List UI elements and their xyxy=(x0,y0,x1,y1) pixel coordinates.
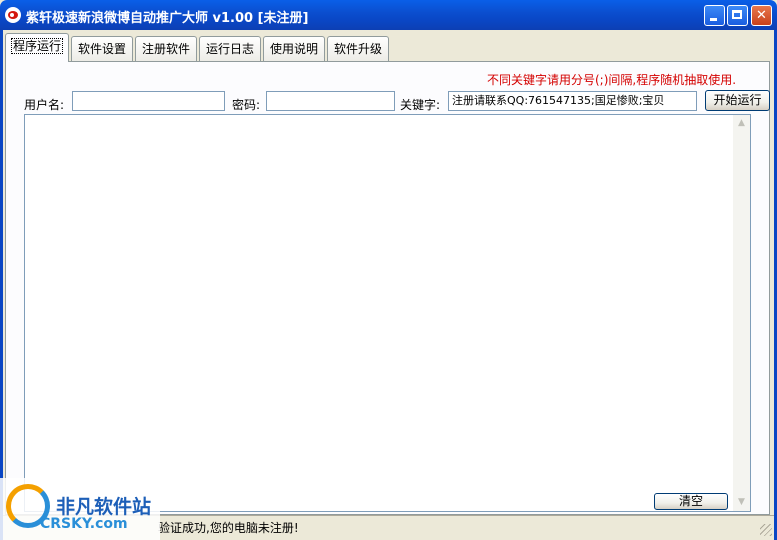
status-text: 验证成功,您的电脑未注册! xyxy=(158,521,299,535)
tab-instructions[interactable]: 使用说明 xyxy=(263,36,325,62)
start-run-button[interactable]: 开始运行 xyxy=(705,90,770,111)
username-label: 用户名: xyxy=(24,98,65,112)
tab-register[interactable]: 注册软件 xyxy=(135,36,197,62)
tab-label: 运行日志 xyxy=(205,42,254,56)
keyword-label: 关键字: xyxy=(400,98,441,112)
clear-log-button[interactable]: 清空 xyxy=(654,493,728,510)
password-input[interactable] xyxy=(266,91,395,111)
tab-label: 程序运行 xyxy=(10,38,63,54)
watermark-cn: 非凡软件站 xyxy=(56,496,152,518)
keyword-hint: 不同关键字请用分号(;)间隔,程序随机抽取使用. xyxy=(487,73,737,87)
watermark-en: CRSKY.com xyxy=(40,516,128,532)
username-input[interactable] xyxy=(72,91,225,111)
log-scrollbar[interactable]: ▲ ▼ xyxy=(733,115,750,511)
tab-upgrade[interactable]: 软件升级 xyxy=(327,36,389,62)
log-textarea[interactable]: ▲ ▼ xyxy=(24,114,751,512)
tab-label: 软件设置 xyxy=(77,42,126,56)
close-button[interactable]: ✕ xyxy=(751,5,772,26)
tab-label: 注册软件 xyxy=(141,42,190,56)
password-label: 密码: xyxy=(232,98,261,112)
close-icon: ✕ xyxy=(756,8,767,23)
tab-software-settings[interactable]: 软件设置 xyxy=(71,36,133,62)
maximize-icon xyxy=(732,10,742,19)
tab-run-log[interactable]: 运行日志 xyxy=(199,36,261,62)
minimize-button[interactable] xyxy=(704,5,725,26)
window-title: 紫轩极速新浪微博自动推广大师 v1.00 [未注册] xyxy=(26,11,309,26)
scroll-down-arrow-icon[interactable]: ▼ xyxy=(733,494,750,511)
minimize-icon xyxy=(710,18,717,21)
maximize-button[interactable] xyxy=(727,5,748,26)
tab-label: 使用说明 xyxy=(269,42,318,56)
site-watermark: 非凡软件站 CRSKY.com xyxy=(0,478,160,540)
resize-grip-icon[interactable] xyxy=(760,524,772,536)
weibo-app-icon xyxy=(5,7,21,23)
title-bar[interactable]: 紫轩极速新浪微博自动推广大师 v1.00 [未注册] ✕ xyxy=(0,0,777,30)
tab-label: 软件升级 xyxy=(333,42,382,56)
tab-program-run[interactable]: 程序运行 xyxy=(5,33,69,62)
scroll-up-arrow-icon[interactable]: ▲ xyxy=(733,115,750,132)
keyword-input[interactable]: 注册请联系QQ:761547135;国足惨败;宝贝 xyxy=(448,91,697,111)
